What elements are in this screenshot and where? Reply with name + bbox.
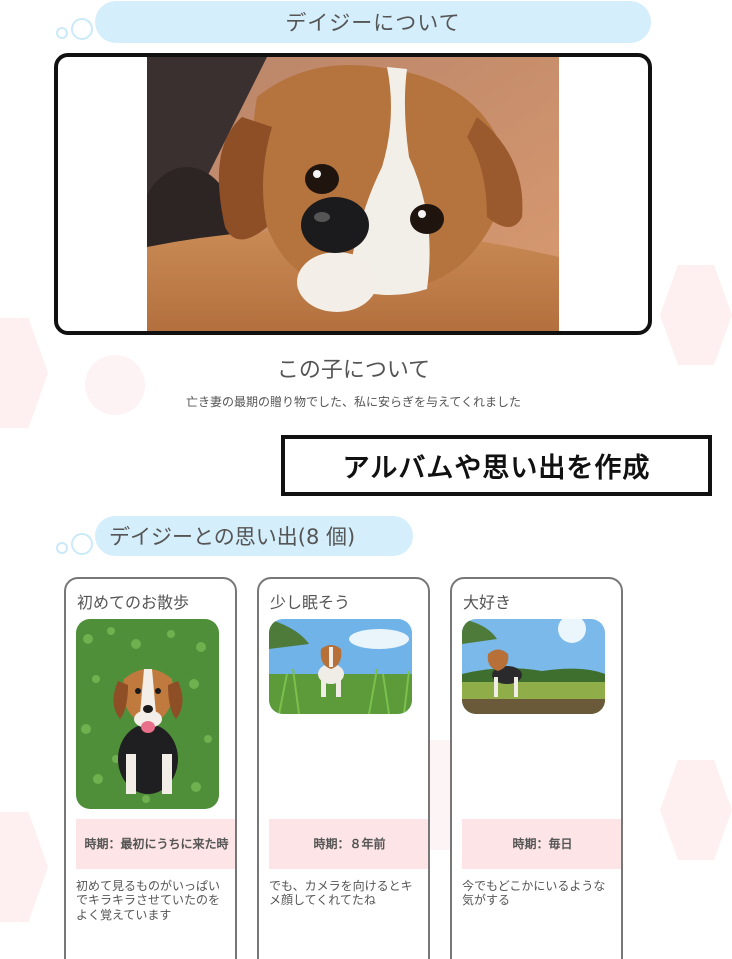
bubble-decoration [71,533,93,555]
bubble-decoration [56,27,68,39]
memory-card-period: 時期：最初にうちに来た時 [76,819,235,869]
memory-card-photo [269,619,412,714]
bubble-decoration [71,18,93,40]
bubble-decoration [56,542,68,554]
create-album-button[interactable]: アルバムや思い出を作成 [281,435,712,496]
about-heading-text: デイジーについて [285,11,461,35]
memory-card-description: 初めて見るものがいっぱいでキラキラさせていたのをよく覚えています [76,879,221,922]
create-album-button-label: アルバムや思い出を作成 [342,453,651,484]
dog-photo [147,57,559,331]
memory-card-period: 時期：毎日 [462,819,621,869]
memory-card-description: 今でもどこかにいるような気がする [462,879,606,908]
about-subtitle: この子について [276,358,431,383]
memory-card-photo [462,619,605,714]
background-hexagon [0,812,48,922]
memory-card[interactable]: 初めてのお散歩 時期：最初にうちに来た時 初めて見るものがいっぱいでキラキラさせ… [64,577,237,959]
memory-card-title: 少し眠そう [270,593,351,612]
memories-heading-text: デイジーとの思い出(8 個) [109,525,356,549]
memory-card-photo [76,619,219,809]
memory-card-period: 時期：８年前 [269,819,428,869]
background-hexagon [660,760,732,860]
memory-card-title: 大好き [463,593,512,612]
background-hexagon [660,265,732,365]
about-description: 亡き妻の最期の贈り物でした、私に安らぎを与えてくれました [185,395,522,409]
memory-card-title: 初めてのお散歩 [77,593,190,612]
memories-heading: デイジーとの思い出(8 個) [0,512,732,558]
memories-heading-pill: デイジーとの思い出(8 個) [95,516,413,556]
memory-card[interactable]: 少し眠そう 時期：８年前 でも、カメラを向けるとキメ顔してくれてたね [257,577,430,959]
memory-card[interactable]: 大好き 時期：毎日 今でもどこかにいるような気がする [450,577,623,959]
about-heading: デイジーについて [0,0,732,46]
memory-card-description: でも、カメラを向けるとキメ顔してくれてたね [269,879,413,908]
hero-image-frame [54,53,652,335]
about-heading-pill: デイジーについて [95,1,651,43]
